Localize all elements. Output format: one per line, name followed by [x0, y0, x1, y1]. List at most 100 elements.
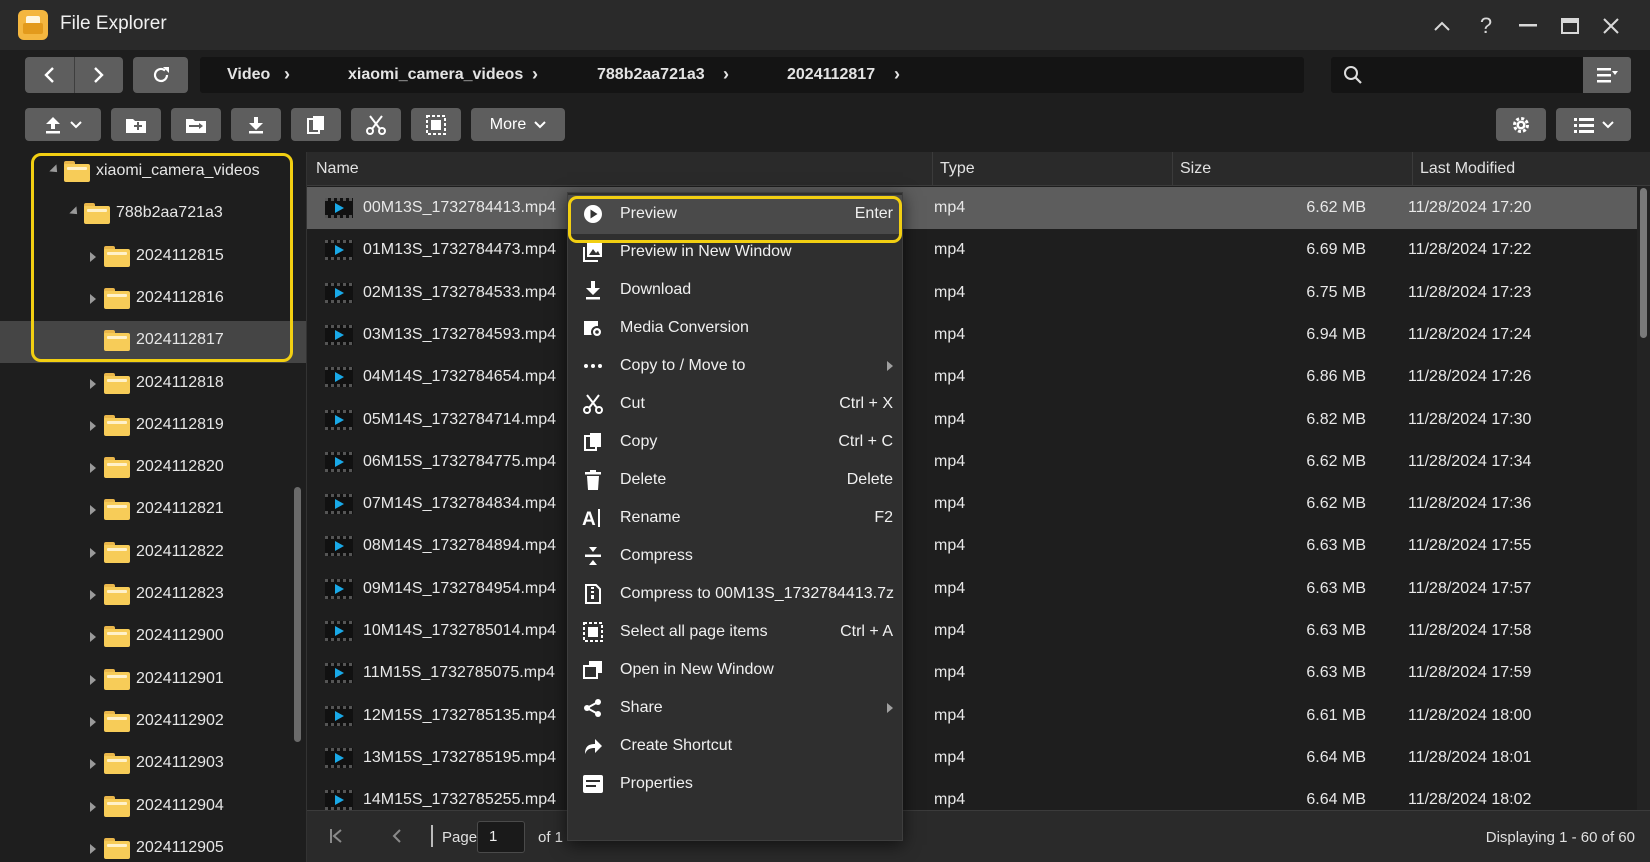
copy-button[interactable] — [291, 108, 341, 141]
menu-item-media-conversion[interactable]: Media Conversion — [568, 309, 902, 348]
menu-item-share[interactable]: Share — [568, 689, 902, 728]
refresh-button[interactable] — [133, 57, 188, 93]
sidebar-item-2024112817[interactable]: 2024112817 — [0, 321, 306, 364]
collapsed-arrow-icon[interactable] — [90, 801, 96, 812]
help-icon[interactable]: ? — [1472, 12, 1500, 40]
collapsed-arrow-icon[interactable] — [90, 843, 96, 854]
sidebar-item-2024112900[interactable]: 2024112900 — [0, 617, 306, 659]
sidebar-item-2024112905[interactable]: 2024112905 — [0, 829, 306, 862]
menu-item-preview[interactable]: Preview Enter — [568, 195, 902, 234]
file-row[interactable]: 12M15S_1732785135.mp4 mp4 6.61 MB 11/28/202… — [307, 695, 1637, 737]
search-input[interactable] — [1331, 57, 1583, 93]
sidebar-item-2024112902[interactable]: 2024112902 — [0, 702, 306, 744]
file-row[interactable]: 05M14S_1732784714.mp4 mp4 6.82 MB 11/28/202… — [307, 399, 1637, 441]
previous-page-icon[interactable] — [392, 828, 402, 844]
sidebar-item-2024112903[interactable]: 2024112903 — [0, 744, 306, 786]
sidebar-item-788b2aa721a3[interactable]: 788b2aa721a3 — [0, 194, 306, 236]
select-all-icon — [582, 621, 604, 643]
first-page-icon[interactable] — [329, 828, 343, 844]
file-row[interactable]: 11M15S_1732785075.mp4 mp4 6.63 MB 11/28/202… — [307, 652, 1637, 694]
settings-button[interactable] — [1496, 108, 1546, 141]
page-number-input[interactable]: 1 — [477, 821, 525, 853]
forward-button[interactable] — [74, 57, 123, 93]
new-folder-button[interactable] — [111, 108, 161, 141]
file-row[interactable]: 01M13S_1732784473.mp4 mp4 6.69 MB 11/28/202… — [307, 229, 1637, 271]
sidebar-item-2024112821[interactable]: 2024112821 — [0, 490, 306, 532]
menu-item-compress[interactable]: Compress — [568, 537, 902, 576]
breadcrumb-separator-icon: › — [723, 64, 729, 84]
sidebar-item-2024112818[interactable]: 2024112818 — [0, 364, 306, 406]
sidebar-item-2024112820[interactable]: 2024112820 — [0, 448, 306, 490]
collapse-chevron-icon[interactable] — [1428, 12, 1456, 40]
collapsed-arrow-icon[interactable] — [90, 547, 96, 558]
collapsed-arrow-icon[interactable] — [90, 716, 96, 727]
collapsed-arrow-icon[interactable] — [90, 759, 96, 770]
minimize-icon[interactable] — [1514, 12, 1542, 40]
menu-item-cut[interactable]: Cut Ctrl + X — [568, 385, 902, 424]
back-button[interactable] — [25, 57, 74, 93]
new-shared-folder-button[interactable] — [171, 108, 221, 141]
more-button[interactable]: More — [471, 108, 565, 141]
sidebar-item-2024112822[interactable]: 2024112822 — [0, 533, 306, 575]
cut-button[interactable] — [351, 108, 401, 141]
sidebar-item-2024112816[interactable]: 2024112816 — [0, 279, 306, 321]
search-options-button[interactable] — [1583, 57, 1631, 93]
collapsed-arrow-icon[interactable] — [90, 674, 96, 685]
sidebar-item-2024112904[interactable]: 2024112904 — [0, 787, 306, 829]
menu-item-copy[interactable]: Copy Ctrl + C — [568, 423, 902, 462]
maximize-icon[interactable] — [1556, 12, 1584, 40]
breadcrumb-item-xiaomi[interactable]: xiaomi_camera_videos — [348, 66, 523, 84]
menu-item-copy-to-move-to[interactable]: Copy to / Move to — [568, 347, 902, 386]
file-row[interactable]: 00M13S_1732784413.mp4 mp4 6.62 MB 11/28/202… — [307, 187, 1637, 229]
sidebar-item-xiaomi_camera_videos[interactable]: xiaomi_camera_videos — [0, 152, 306, 194]
close-icon[interactable] — [1597, 12, 1625, 40]
collapsed-arrow-icon[interactable] — [90, 378, 96, 389]
column-header-last-modified[interactable]: Last Modified — [1420, 160, 1515, 178]
sidebar-item-2024112815[interactable]: 2024112815 — [0, 237, 306, 279]
view-mode-button[interactable] — [1556, 108, 1631, 141]
menu-item-preview-in-new-window[interactable]: Preview in New Window — [568, 233, 902, 272]
menu-item-properties[interactable]: Properties — [568, 765, 902, 804]
menu-item-open-in-new-window[interactable]: Open in New Window — [568, 651, 902, 690]
file-row[interactable]: 06M15S_1732784775.mp4 mp4 6.62 MB 11/28/202… — [307, 441, 1637, 483]
list-scrollbar[interactable] — [1637, 186, 1650, 818]
breadcrumb-item-date[interactable]: 2024112817 — [787, 66, 875, 84]
collapsed-arrow-icon[interactable] — [90, 293, 96, 304]
collapsed-arrow-icon[interactable] — [90, 463, 96, 474]
column-header-name[interactable]: Name — [316, 160, 359, 178]
breadcrumb-item-video[interactable]: Video — [227, 66, 270, 84]
file-row[interactable]: 13M15S_1732785195.mp4 mp4 6.64 MB 11/28/202… — [307, 737, 1637, 779]
download-button[interactable] — [231, 108, 281, 141]
file-row[interactable]: 04M14S_1732784654.mp4 mp4 6.86 MB 11/28/202… — [307, 356, 1637, 398]
collapsed-arrow-icon[interactable] — [90, 505, 96, 516]
menu-item-delete[interactable]: Delete Delete — [568, 461, 902, 500]
upload-button[interactable] — [25, 108, 101, 141]
collapsed-arrow-icon[interactable] — [90, 590, 96, 600]
column-header-type[interactable]: Type — [940, 160, 975, 178]
collapsed-arrow-icon[interactable] — [90, 251, 96, 262]
column-header-size[interactable]: Size — [1180, 160, 1211, 178]
select-all-button[interactable] — [411, 108, 461, 141]
file-row[interactable]: 03M13S_1732784593.mp4 mp4 6.94 MB 11/28/202… — [307, 314, 1637, 356]
menu-item-compress-to-00m13s-1732784413-7z[interactable]: Compress to 00M13S_1732784413.7z — [568, 575, 902, 614]
sidebar-item-2024112823[interactable]: 2024112823 — [0, 575, 306, 617]
file-row[interactable]: 07M14S_1732784834.mp4 mp4 6.62 MB 11/28/202… — [307, 483, 1637, 525]
collapsed-arrow-icon[interactable] — [90, 420, 96, 431]
scrollbar-thumb[interactable] — [1640, 188, 1647, 338]
collapsed-arrow-icon[interactable] — [90, 632, 96, 643]
expanded-arrow-icon[interactable] — [69, 206, 81, 218]
expanded-arrow-icon[interactable] — [49, 164, 61, 176]
sidebar-item-label: 2024112819 — [136, 415, 224, 433]
menu-item-rename[interactable]: A Rename F2 — [568, 499, 902, 538]
sidebar-item-2024112819[interactable]: 2024112819 — [0, 406, 306, 448]
sidebar-scrollbar[interactable] — [294, 487, 301, 742]
menu-item-create-shortcut[interactable]: Create Shortcut — [568, 727, 902, 766]
file-row[interactable]: 09M14S_1732784954.mp4 mp4 6.63 MB 11/28/202… — [307, 568, 1637, 610]
menu-item-download[interactable]: Download — [568, 271, 902, 310]
menu-item-select-all-page-items[interactable]: Select all page items Ctrl + A — [568, 613, 902, 652]
file-row[interactable]: 08M14S_1732784894.mp4 mp4 6.63 MB 11/28/202… — [307, 525, 1637, 567]
breadcrumb-item-device[interactable]: 788b2aa721a3 — [597, 66, 705, 84]
file-row[interactable]: 10M14S_1732785014.mp4 mp4 6.63 MB 11/28/202… — [307, 610, 1637, 652]
sidebar-item-2024112901[interactable]: 2024112901 — [0, 660, 306, 702]
file-row[interactable]: 02M13S_1732784533.mp4 mp4 6.75 MB 11/28/202… — [307, 272, 1637, 314]
